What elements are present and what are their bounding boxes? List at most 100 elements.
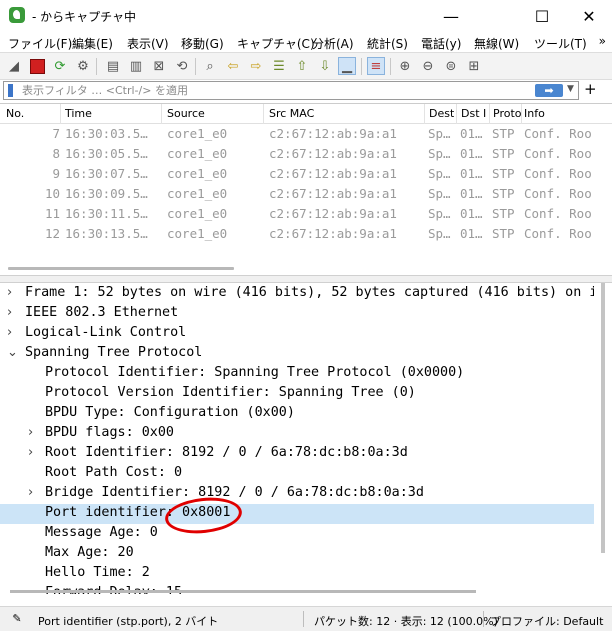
details-vertical-scrollbar[interactable] bbox=[600, 283, 606, 583]
goto-icon[interactable]: ☰ bbox=[270, 57, 288, 75]
packet-row[interactable]: 7 16:30:03.5… core1_e0 c2:67:12:ab:9a:a1… bbox=[0, 124, 612, 144]
shark-fin-icon[interactable]: ◢ bbox=[5, 57, 23, 75]
menu-tools[interactable]: ツール(T) bbox=[534, 35, 587, 52]
detail-text: Max Age: 20 bbox=[45, 545, 134, 560]
detail-line[interactable]: Message Age: 0 bbox=[0, 524, 594, 544]
status-profile[interactable]: プロファイル: Default bbox=[490, 613, 603, 629]
detail-line[interactable]: › Frame 1: 52 bytes on wire (416 bits), … bbox=[0, 284, 594, 304]
autoscroll-icon[interactable]: ▁ bbox=[338, 57, 356, 75]
main-toolbar: ◢ ⟳ ⚙ ▤ ▥ ⊠ ⟲ ⌕ ⇦ ⇨ ☰ ⇧ ⇩ ▁ ≡ ⊕ ⊖ ⊜ ⊞ bbox=[0, 52, 612, 80]
packet-src-mac: c2:67:12:ab:9a:a1 bbox=[269, 126, 397, 141]
zoom-in-icon[interactable]: ⊕ bbox=[396, 57, 414, 75]
menu-statistics[interactable]: 統計(S) bbox=[367, 35, 408, 52]
detail-text: Bridge Identifier: 8192 / 0 / 6a:78:dc:b… bbox=[45, 485, 424, 500]
expand-arrow-icon[interactable]: › bbox=[7, 325, 19, 340]
apply-filter-arrow-icon[interactable]: ➡ bbox=[535, 84, 563, 97]
packet-dst: 01… bbox=[460, 146, 483, 161]
menu-file[interactable]: ファイル(F) bbox=[8, 35, 72, 52]
menu-telephony[interactable]: 電話(y) bbox=[421, 35, 461, 52]
packet-row[interactable]: 10 16:30:09.5… core1_e0 c2:67:12:ab:9a:a… bbox=[0, 184, 612, 204]
options-icon[interactable]: ⚙ bbox=[74, 57, 92, 75]
detail-line-selected[interactable]: Port identifier: 0x8001 bbox=[0, 504, 594, 524]
column-header-dst[interactable]: Dst I bbox=[461, 107, 488, 120]
expert-info-icon[interactable]: ✎ bbox=[10, 611, 24, 625]
packet-no: 11 bbox=[44, 206, 60, 221]
menu-analyze[interactable]: 分析(A) bbox=[312, 35, 354, 52]
packet-info: Conf. Roo bbox=[524, 146, 592, 161]
pane-splitter[interactable] bbox=[0, 275, 612, 283]
open-file-icon[interactable]: ▤ bbox=[104, 57, 122, 75]
close-file-icon[interactable]: ⊠ bbox=[150, 57, 168, 75]
packet-time: 16:30:13.5… bbox=[65, 226, 148, 241]
column-header-protocol[interactable]: Proto bbox=[493, 107, 521, 120]
save-icon[interactable]: ▥ bbox=[127, 57, 145, 75]
detail-line[interactable]: Root Path Cost: 0 bbox=[0, 464, 594, 484]
reload-icon[interactable]: ⟲ bbox=[173, 57, 191, 75]
expand-arrow-icon[interactable]: › bbox=[28, 425, 40, 440]
close-button[interactable]: ✕ bbox=[566, 0, 612, 32]
expand-arrow-icon[interactable]: › bbox=[28, 445, 40, 460]
detail-text: Hello Time: 2 bbox=[45, 565, 150, 580]
menu-overflow-icon[interactable]: » bbox=[599, 34, 606, 48]
last-icon[interactable]: ⇩ bbox=[316, 57, 334, 75]
expand-arrow-icon[interactable]: › bbox=[28, 485, 40, 500]
detail-line[interactable]: ⌄ Spanning Tree Protocol bbox=[0, 344, 594, 364]
expand-arrow-icon[interactable]: › bbox=[7, 305, 19, 320]
zoom-out-icon[interactable]: ⊖ bbox=[419, 57, 437, 75]
first-icon[interactable]: ⇧ bbox=[293, 57, 311, 75]
detail-line[interactable]: Max Age: 20 bbox=[0, 544, 594, 564]
packet-info: Conf. Roo bbox=[524, 206, 592, 221]
filter-history-dropdown-icon[interactable]: ▼ bbox=[567, 84, 574, 94]
column-header-src-mac[interactable]: Src MAC bbox=[269, 107, 314, 120]
details-scrollbar-thumb[interactable] bbox=[601, 283, 605, 553]
menu-capture[interactable]: キャプチャ(C) bbox=[237, 35, 315, 52]
packet-list-header: No. Time Source Src MAC Dest Dst I Proto… bbox=[0, 104, 612, 124]
detail-line[interactable]: › Bridge Identifier: 8192 / 0 / 6a:78:dc… bbox=[0, 484, 594, 504]
packet-row[interactable]: 9 16:30:07.5… core1_e0 c2:67:12:ab:9a:a1… bbox=[0, 164, 612, 184]
detail-line[interactable]: BPDU Type: Configuration (0x00) bbox=[0, 404, 594, 424]
column-header-source[interactable]: Source bbox=[167, 107, 205, 120]
stop-icon[interactable] bbox=[28, 57, 46, 75]
detail-line[interactable]: › Root Identifier: 8192 / 0 / 6a:78:dc:b… bbox=[0, 444, 594, 464]
detail-line[interactable]: Hello Time: 2 bbox=[0, 564, 594, 584]
detail-line[interactable]: › BPDU flags: 0x00 bbox=[0, 424, 594, 444]
column-header-no[interactable]: No. bbox=[6, 107, 24, 120]
add-filter-button-icon[interactable]: + bbox=[584, 80, 597, 98]
packet-info: Conf. Roo bbox=[524, 226, 592, 241]
packet-no: 8 bbox=[52, 146, 60, 161]
detail-line[interactable]: › IEEE 802.3 Ethernet bbox=[0, 304, 594, 324]
packet-list-horizontal-scrollbar[interactable] bbox=[8, 267, 234, 270]
resize-columns-icon[interactable]: ⊞ bbox=[465, 57, 483, 75]
detail-line[interactable]: Protocol Identifier: Spanning Tree Proto… bbox=[0, 364, 594, 384]
menu-edit[interactable]: 編集(E) bbox=[72, 35, 113, 52]
column-header-info[interactable]: Info bbox=[524, 107, 545, 120]
packet-dest: Sp… bbox=[428, 166, 451, 181]
forward-icon[interactable]: ⇨ bbox=[247, 57, 265, 75]
back-icon[interactable]: ⇦ bbox=[224, 57, 242, 75]
menu-wireless[interactable]: 無線(W) bbox=[474, 35, 519, 52]
display-filter-input[interactable] bbox=[22, 83, 522, 98]
menu-view[interactable]: 表示(V) bbox=[127, 35, 169, 52]
restart-icon[interactable]: ⟳ bbox=[51, 57, 69, 75]
filter-bookmark-icon[interactable] bbox=[8, 84, 13, 97]
zoom-reset-icon[interactable]: ⊜ bbox=[442, 57, 460, 75]
status-packet-count: パケット数: 12 · 表示: 12 (100.0%) bbox=[314, 615, 498, 628]
column-header-dest[interactable]: Dest bbox=[429, 107, 454, 120]
minimize-button[interactable]: — bbox=[428, 0, 474, 32]
packet-row[interactable]: 11 16:30:11.5… core1_e0 c2:67:12:ab:9a:a… bbox=[0, 204, 612, 224]
menu-bar: ファイル(F) 編集(E) 表示(V) 移動(G) キャプチャ(C) 分析(A)… bbox=[0, 32, 612, 52]
menu-go[interactable]: 移動(G) bbox=[181, 35, 224, 52]
find-icon[interactable]: ⌕ bbox=[201, 57, 219, 75]
packet-row[interactable]: 12 16:30:13.5… core1_e0 c2:67:12:ab:9a:a… bbox=[0, 224, 612, 244]
detail-line[interactable]: › Logical-Link Control bbox=[0, 324, 594, 344]
packet-dest: Sp… bbox=[428, 146, 451, 161]
detail-line[interactable]: Protocol Version Identifier: Spanning Tr… bbox=[0, 384, 594, 404]
column-header-time[interactable]: Time bbox=[65, 107, 92, 120]
packet-row[interactable]: 8 16:30:05.5… core1_e0 c2:67:12:ab:9a:a1… bbox=[0, 144, 612, 164]
maximize-button[interactable]: ☐ bbox=[519, 0, 565, 32]
colorize-icon[interactable]: ≡ bbox=[367, 57, 385, 75]
collapse-arrow-icon[interactable]: ⌄ bbox=[7, 345, 19, 360]
expand-arrow-icon[interactable]: › bbox=[7, 285, 19, 300]
display-filter-box: ➡ ▼ bbox=[3, 81, 579, 100]
details-horizontal-scrollbar[interactable] bbox=[10, 590, 476, 593]
